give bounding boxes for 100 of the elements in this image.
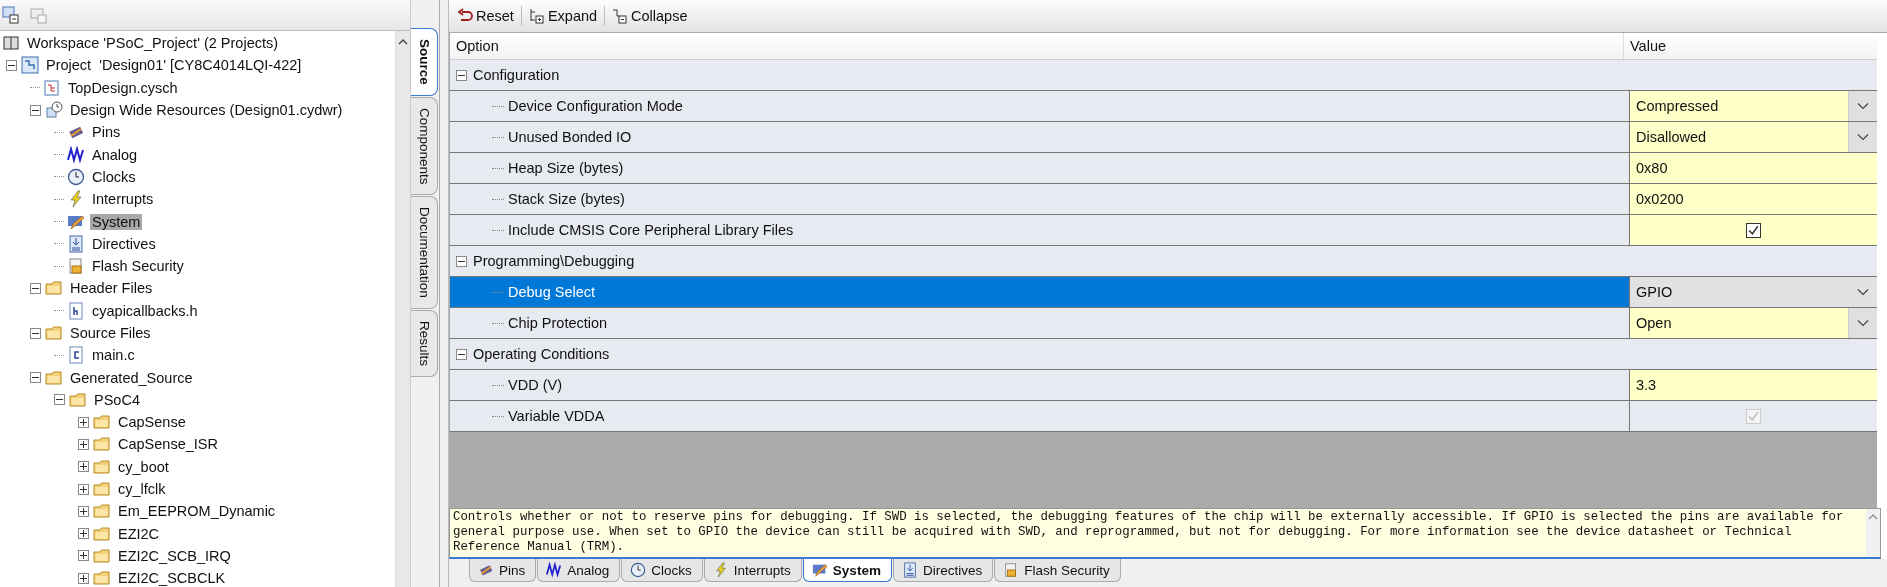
- expander-icon[interactable]: [456, 348, 467, 360]
- expander-icon[interactable]: [78, 528, 89, 540]
- tree-item[interactable]: Source Files: [68, 325, 153, 341]
- tree-item[interactable]: Design Wide Resources (Design01.cydwr): [68, 102, 345, 119]
- caret-icon: [1857, 319, 1869, 327]
- workspace-view-icon[interactable]: [2, 6, 20, 24]
- tree-item[interactable]: main.c: [90, 347, 137, 364]
- expander-icon[interactable]: [30, 372, 41, 384]
- column-header[interactable]: Value: [1623, 33, 1877, 59]
- tree-item[interactable]: Generated_Source: [68, 369, 195, 386]
- expander-icon[interactable]: [78, 572, 89, 584]
- group-row[interactable]: Programming\Debugging: [450, 246, 1877, 277]
- tree-item[interactable]: TopDesign.cysch: [66, 79, 180, 96]
- tree-item[interactable]: PSoC4: [92, 391, 142, 408]
- side-tab[interactable]: Components: [411, 96, 438, 196]
- folder-icon: [93, 569, 111, 587]
- file-icon: [67, 346, 85, 365]
- dropdown-field[interactable]: Disallowed: [1629, 122, 1877, 152]
- folder-icon: [93, 413, 111, 432]
- folder-icon: [45, 279, 63, 298]
- scrollbar[interactable]: [1866, 509, 1880, 557]
- tree-item[interactable]: Flash Security: [90, 258, 186, 275]
- tree-item[interactable]: Analog: [90, 146, 140, 163]
- wave-icon: [67, 145, 85, 164]
- expander-icon[interactable]: [78, 439, 89, 450]
- folder-icon: [93, 502, 111, 521]
- side-tab[interactable]: Results: [411, 310, 438, 378]
- tree-item[interactable]: cy_lfclk: [116, 481, 168, 498]
- expand-button[interactable]: Expand: [526, 6, 600, 26]
- caret-icon: [1857, 133, 1869, 141]
- dropdown-field[interactable]: Open: [1629, 308, 1877, 338]
- pencil-icon: [811, 562, 828, 578]
- expander-icon[interactable]: [30, 282, 41, 294]
- side-tab[interactable]: Documentation: [411, 196, 438, 310]
- folder-icon: [93, 480, 111, 499]
- folder-icon: [93, 524, 111, 543]
- tree-item[interactable]: Em_EEPROM_Dynamic: [116, 503, 278, 520]
- tree-item[interactable]: CapSense_ISR: [116, 436, 220, 453]
- column-header[interactable]: Option: [450, 33, 1623, 59]
- expander-icon[interactable]: [78, 483, 89, 495]
- tree-item[interactable]: System: [90, 213, 143, 230]
- checkbox[interactable]: [1746, 222, 1761, 238]
- editor-tab[interactable]: System: [802, 559, 892, 582]
- tree-item[interactable]: Workspace 'PSoC_Project' (2 Projects): [25, 35, 281, 52]
- expander-icon[interactable]: [78, 550, 89, 562]
- collapse-button[interactable]: Collapse: [610, 6, 690, 26]
- input-field[interactable]: 3.3: [1629, 370, 1877, 400]
- tree-item[interactable]: Directives: [90, 235, 158, 252]
- tree-item[interactable]: cy_boot: [116, 458, 171, 475]
- dropdown-field[interactable]: Compressed: [1629, 91, 1877, 121]
- group-row[interactable]: Operating Conditions: [450, 339, 1877, 370]
- tree-item[interactable]: Clocks: [90, 168, 138, 185]
- project-icon: [21, 56, 39, 75]
- caret-icon: [1857, 288, 1869, 296]
- expander-icon[interactable]: [54, 394, 65, 406]
- dropdown-field[interactable]: GPIO: [1629, 277, 1877, 307]
- expander-icon[interactable]: [456, 255, 467, 267]
- expander-icon[interactable]: [30, 104, 41, 116]
- expander-icon[interactable]: [78, 505, 89, 517]
- tree-item[interactable]: EZI2C_SCBCLK: [116, 570, 228, 587]
- tree-item[interactable]: EZI2C_SCB_IRQ: [116, 547, 233, 564]
- collapse-tree-icon: [612, 8, 629, 24]
- tree-item[interactable]: CapSense: [116, 414, 188, 431]
- scrollbar[interactable]: [395, 31, 410, 587]
- caret-icon: [1857, 102, 1869, 110]
- schematic-icon: [43, 78, 61, 97]
- tree-item[interactable]: EZI2C: [116, 525, 162, 542]
- folder-icon: [93, 546, 111, 565]
- folder-icon: [45, 324, 63, 342]
- tree-item[interactable]: Pins: [90, 124, 123, 141]
- editor-tab[interactable]: Flash Security: [994, 559, 1121, 582]
- tree-item[interactable]: Header Files: [68, 280, 155, 297]
- reset-button[interactable]: Reset: [455, 6, 516, 26]
- editor-tab[interactable]: Interrupts: [703, 559, 802, 582]
- tree-item[interactable]: Project 'Design01' [CY8C4014LQI-422]: [44, 57, 304, 74]
- expander-icon[interactable]: [6, 59, 17, 71]
- group-row[interactable]: Configuration: [450, 60, 1877, 91]
- clock-icon: [630, 562, 647, 578]
- resources-icon: [45, 101, 63, 120]
- editor-tab[interactable]: Directives: [892, 559, 994, 582]
- editor-tab[interactable]: Analog: [537, 559, 621, 582]
- tree-item[interactable]: Interrupts: [90, 191, 156, 208]
- input-field[interactable]: 0x0200: [1629, 184, 1877, 214]
- editor-tab[interactable]: Pins: [469, 559, 537, 582]
- expander-icon[interactable]: [78, 461, 89, 473]
- side-tab[interactable]: Source: [411, 28, 438, 96]
- wave-icon: [546, 562, 563, 578]
- folder-icon: [93, 457, 111, 476]
- document-icon: [901, 562, 918, 578]
- scroll-up-icon[interactable]: [398, 39, 408, 45]
- undo-arrow-icon: [457, 8, 473, 24]
- tree-item[interactable]: cyapicallbacks.h: [90, 302, 200, 319]
- expander-icon[interactable]: [30, 327, 41, 339]
- expander-icon[interactable]: [78, 416, 89, 428]
- editor-tab[interactable]: Clocks: [621, 559, 703, 582]
- expander-icon[interactable]: [456, 69, 467, 81]
- folder-icon: [45, 368, 63, 387]
- chip-icon: [478, 562, 494, 578]
- input-field[interactable]: 0x80: [1629, 153, 1877, 183]
- option-cell[interactable]: Debug Select: [450, 277, 1629, 307]
